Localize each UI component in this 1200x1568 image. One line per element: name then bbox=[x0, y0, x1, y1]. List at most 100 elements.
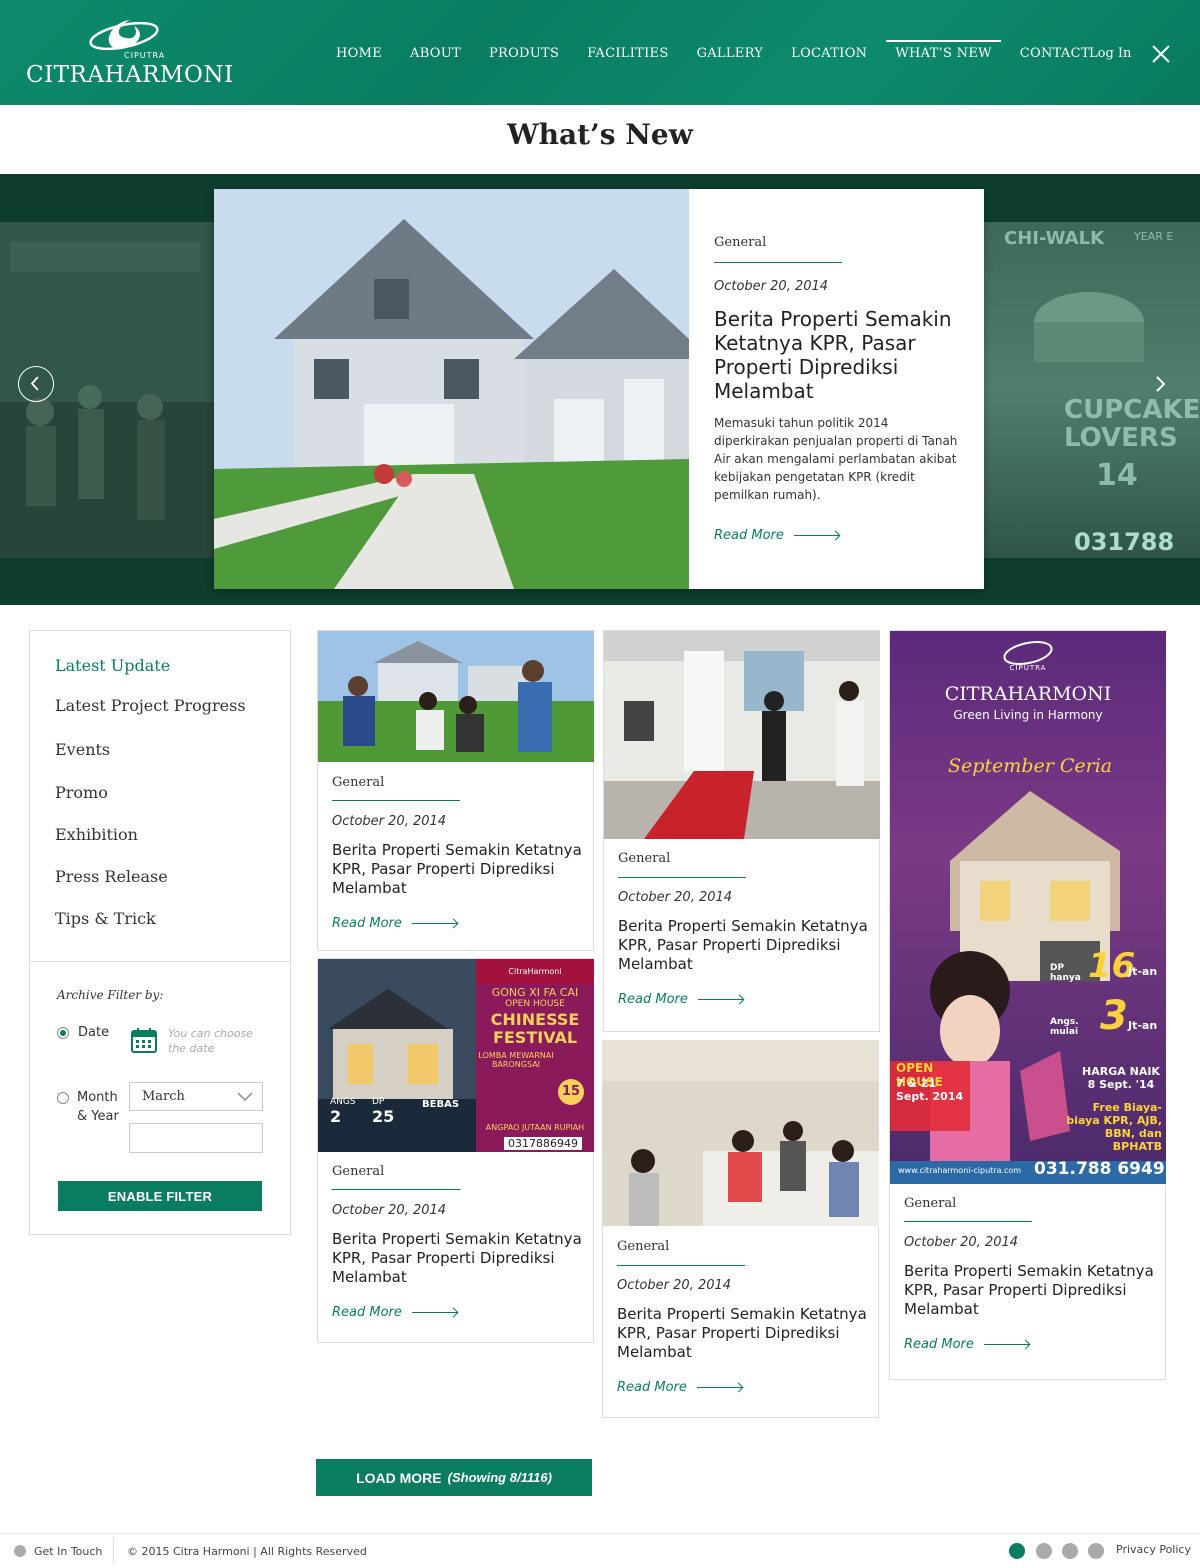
login-link[interactable]: Log In bbox=[1089, 46, 1131, 61]
nav-home[interactable]: HOME bbox=[336, 44, 382, 66]
date-radio[interactable] bbox=[57, 1027, 69, 1039]
card-date: October 20, 2014 bbox=[617, 1278, 732, 1293]
close-icon[interactable] bbox=[1151, 44, 1171, 64]
chevron-down-icon bbox=[237, 1092, 253, 1101]
nav-about[interactable]: ABOUT bbox=[410, 44, 461, 66]
ad-angs-value: 3 bbox=[1100, 993, 1128, 1039]
news-card[interactable]: General October 20, 2014 Berita Properti… bbox=[602, 1040, 879, 1418]
main-nav: HOME ABOUT PRODUTS FACILITIES GALLERY LO… bbox=[336, 40, 1118, 66]
read-more-link[interactable]: Read More bbox=[904, 1337, 1029, 1352]
ad-harga: HARGA NAIK 8 Sept. '14 bbox=[1082, 1065, 1160, 1091]
category-divider bbox=[714, 262, 842, 263]
card-date: October 20, 2014 bbox=[332, 814, 447, 829]
festival-ad-footer: ANGPAO JUTAAN RUPIAH bbox=[485, 1123, 585, 1132]
category-divider bbox=[332, 800, 460, 801]
news-card[interactable]: General October 20, 2014 Berita Properti… bbox=[603, 630, 880, 1032]
ad-tagline: Green Living in Harmony bbox=[953, 708, 1103, 722]
festival-ad-line2: OPEN HOUSE bbox=[505, 999, 565, 1009]
twitter-icon[interactable] bbox=[1036, 1543, 1052, 1559]
privacy-policy-link[interactable]: Privacy Policy bbox=[1116, 1543, 1191, 1556]
card-image[interactable] bbox=[318, 631, 594, 762]
festival-ad-bebas: BEBAS bbox=[422, 1099, 460, 1110]
article-date: October 20, 2014 bbox=[714, 279, 829, 294]
ad-dp-unit: Jt-an bbox=[1128, 965, 1158, 978]
nav-facilities[interactable]: FACILITIES bbox=[587, 44, 668, 66]
load-more-button[interactable]: LOAD MORE (Showing 8/1116) bbox=[316, 1459, 592, 1496]
nav-products[interactable]: PRODUTS bbox=[489, 44, 559, 66]
nav-contact[interactable]: CONTACT bbox=[1020, 44, 1090, 66]
nav-whats-new[interactable]: WHAT’S NEW bbox=[886, 40, 1002, 66]
read-more-link[interactable]: Read More bbox=[332, 916, 457, 931]
featured-article-card: General October 20, 2014 Berita Properti… bbox=[214, 189, 984, 589]
sidebar-item-latest-update[interactable]: Latest Update bbox=[55, 656, 170, 675]
festival-ad-dp-value: 25 bbox=[372, 1107, 395, 1126]
festival-ad-dp-label: DP bbox=[372, 1097, 385, 1107]
month-year-radio[interactable] bbox=[57, 1092, 69, 1104]
card-title[interactable]: Berita Properti Semakin Ketatnya KPR, Pa… bbox=[904, 1262, 1154, 1319]
ad-brand: CITRAHARMONI bbox=[944, 683, 1112, 705]
slider-prev-button[interactable] bbox=[18, 366, 54, 402]
festival-ad-phone: 0317886949 bbox=[504, 1137, 582, 1150]
festival-ad-badge: 15 bbox=[558, 1079, 584, 1105]
site-logo[interactable]: CIPUTRA CITRAHARMONI bbox=[26, 14, 233, 94]
nav-location[interactable]: LOCATION bbox=[791, 44, 867, 66]
arrow-right-icon bbox=[411, 920, 457, 928]
festival-ad-brand: CitraHarmoni bbox=[508, 967, 562, 976]
vimeo-icon[interactable] bbox=[1062, 1543, 1078, 1559]
read-more-link[interactable]: Read More bbox=[617, 1380, 742, 1395]
festival-ad-text: CitraHarmoni GONG XI FA CAI OPEN HOUSE C… bbox=[476, 959, 594, 1152]
arrow-right-icon bbox=[983, 1341, 1029, 1349]
site-footer: Get In Touch © 2015 Citra Harmoni | All … bbox=[0, 1533, 1200, 1568]
article-category: General bbox=[714, 235, 767, 250]
news-card[interactable]: General October 20, 2014 Berita Properti… bbox=[317, 630, 594, 951]
get-in-touch-link[interactable]: Get In Touch bbox=[34, 1545, 102, 1558]
card-category: General bbox=[617, 1239, 670, 1254]
card-title[interactable]: Berita Properti Semakin Ketatnya KPR, Pa… bbox=[332, 1230, 582, 1287]
card-image[interactable]: CitraHarmoni GONG XI FA CAI OPEN HOUSE C… bbox=[318, 959, 594, 1152]
page-title: What’s New bbox=[507, 118, 693, 151]
news-card[interactable]: CIPUTRA CITRAHARMONI Green Living in Har… bbox=[889, 630, 1166, 1380]
card-title[interactable]: Berita Properti Semakin Ketatnya KPR, Pa… bbox=[332, 841, 582, 898]
date-radio-label: Date bbox=[78, 1025, 110, 1040]
festival-ad-headline: CHINESSE FESTIVAL bbox=[490, 1010, 580, 1047]
chevron-right-icon[interactable] bbox=[1148, 372, 1172, 396]
card-date: October 20, 2014 bbox=[332, 1203, 447, 1218]
sidebar-item-events[interactable]: Events bbox=[55, 740, 110, 759]
card-image[interactable]: CIPUTRA CITRAHARMONI Green Living in Har… bbox=[890, 631, 1166, 1184]
read-more-link[interactable]: Read More bbox=[332, 1305, 457, 1320]
enable-filter-button[interactable]: ENABLE FILTER bbox=[58, 1181, 262, 1211]
article-title[interactable]: Berita Properti Semakin Ketatnya KPR, Pa… bbox=[714, 307, 959, 403]
pinterest-icon[interactable] bbox=[1088, 1543, 1104, 1559]
festival-ad-angs-label: ANGS bbox=[330, 1097, 356, 1107]
news-card[interactable]: CitraHarmoni GONG XI FA CAI OPEN HOUSE C… bbox=[317, 958, 594, 1343]
sidebar-item-latest-project-progress[interactable]: Latest Project Progress bbox=[55, 696, 246, 715]
card-title[interactable]: Berita Properti Semakin Ketatnya KPR, Pa… bbox=[617, 1305, 867, 1362]
card-category: General bbox=[332, 1164, 385, 1179]
festival-ad-line1: GONG XI FA CAI bbox=[491, 986, 579, 999]
category-divider bbox=[332, 1189, 460, 1190]
read-more-label: Read More bbox=[332, 916, 402, 931]
card-title[interactable]: Berita Properti Semakin Ketatnya KPR, Pa… bbox=[618, 917, 868, 974]
year-input[interactable] bbox=[129, 1123, 263, 1153]
card-image[interactable] bbox=[603, 1041, 879, 1226]
archive-filter-label: Archive Filter by: bbox=[57, 988, 164, 1002]
sidebar-item-press-release[interactable]: Press Release bbox=[55, 867, 168, 886]
calendar-icon[interactable] bbox=[131, 1028, 157, 1053]
arrow-right-icon bbox=[696, 1384, 742, 1392]
ad-brand: CHI-WALK bbox=[1004, 228, 1105, 249]
load-more-label: LOAD MORE bbox=[356, 1469, 442, 1486]
category-divider bbox=[904, 1221, 1032, 1222]
copyright-text: © 2015 Citra Harmoni | All Rights Reserv… bbox=[127, 1545, 367, 1558]
coloring-event-photo bbox=[603, 1041, 879, 1226]
sidebar-item-exhibition[interactable]: Exhibition bbox=[55, 825, 138, 844]
festival-ad-sub: LOMBA MEWARNAI BARONGSAI bbox=[478, 1051, 554, 1069]
featured-image[interactable] bbox=[214, 189, 689, 589]
month-select[interactable]: March bbox=[129, 1082, 263, 1111]
card-image[interactable] bbox=[604, 631, 880, 839]
sidebar-item-promo[interactable]: Promo bbox=[55, 783, 108, 802]
sidebar-item-tips-trick[interactable]: Tips & Trick bbox=[55, 909, 156, 928]
facebook-icon[interactable] bbox=[1009, 1543, 1025, 1559]
read-more-link[interactable]: Read More bbox=[618, 992, 743, 1007]
nav-gallery[interactable]: GALLERY bbox=[697, 44, 764, 66]
read-more-link[interactable]: Read More bbox=[714, 528, 839, 543]
